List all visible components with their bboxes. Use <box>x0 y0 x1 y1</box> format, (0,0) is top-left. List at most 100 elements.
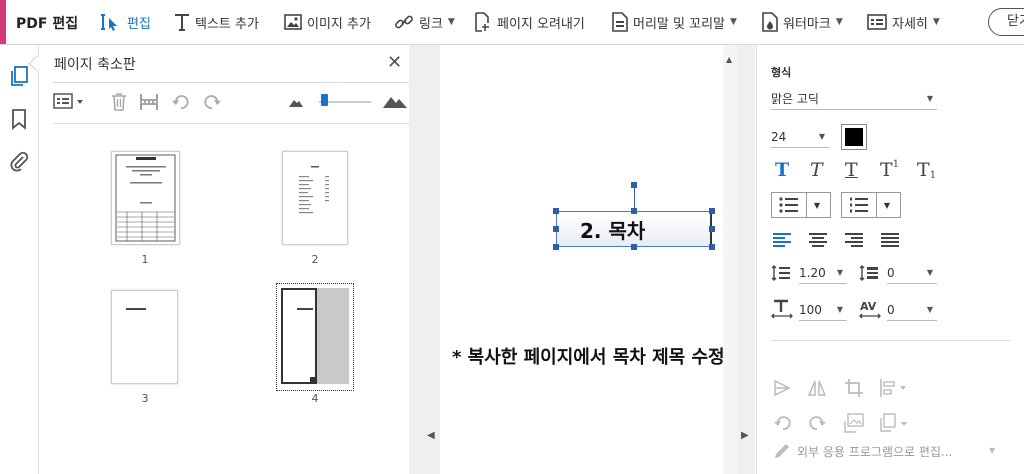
line-spacing-icon <box>771 265 790 281</box>
page-thumbnails-icon[interactable] <box>8 65 30 87</box>
text-color-picker[interactable] <box>841 124 867 150</box>
more-button[interactable]: 자세히 ▼ <box>867 0 940 44</box>
chevron-down-icon: ▼ <box>932 17 940 27</box>
resize-handle-s[interactable] <box>631 244 637 250</box>
collapse-left-icon[interactable]: ◀ <box>427 430 435 441</box>
thumbnail-options-icon[interactable] <box>53 92 87 110</box>
bullet-list-button[interactable]: ▼ <box>771 192 831 218</box>
pencil-icon <box>775 444 789 458</box>
char-spacing-value: 0 <box>887 303 895 317</box>
add-image-button[interactable]: 이미지 추가 <box>284 0 371 44</box>
chevron-down-icon: ▼ <box>836 268 843 277</box>
font-family-dropdown[interactable]: 맑은 고딕 ▼ <box>771 89 937 110</box>
align-justify-icon[interactable] <box>881 233 899 247</box>
align-center-icon[interactable] <box>809 233 827 247</box>
vertical-scrollbar[interactable]: ▲ <box>723 45 737 474</box>
header-footer-button[interactable]: 머리말 및 꼬리말 ▼ <box>612 0 737 44</box>
resize-handle-sw[interactable] <box>553 244 559 250</box>
collapse-right-icon[interactable]: ▶ <box>741 430 749 441</box>
page-thumbnail-1[interactable] <box>111 151 180 245</box>
underline-text-icon[interactable]: T <box>845 159 858 181</box>
resize-handle-nw[interactable] <box>553 208 559 214</box>
watermark-label: 워터마크 <box>783 16 831 32</box>
replace-image-icon[interactable] <box>843 413 865 433</box>
chevron-down-icon: ▼ <box>730 17 737 27</box>
insert-page-icon[interactable] <box>139 92 159 112</box>
zoom-out-mountain-icon[interactable] <box>289 97 303 107</box>
document-canvas[interactable] <box>440 45 723 474</box>
delete-page-icon[interactable] <box>109 92 129 112</box>
text-box-content[interactable]: 2. 목차 <box>580 215 645 244</box>
horizontal-scale-dropdown[interactable]: 100 ▼ <box>799 300 847 321</box>
crop-pages-button[interactable]: 페이지 오려내기 <box>474 0 585 44</box>
flip-horizontal-icon[interactable] <box>807 379 827 397</box>
copy-object-icon[interactable] <box>879 413 911 433</box>
chevron-down-icon: ▼ <box>806 193 827 217</box>
paragraph-spacing-icon <box>859 265 878 281</box>
rotate-left-icon[interactable] <box>171 92 191 112</box>
font-size-dropdown[interactable]: 24 ▼ <box>771 127 829 148</box>
watermark-button[interactable]: 워터마크 ▼ <box>762 0 843 44</box>
bold-text-icon[interactable]: T <box>775 159 789 181</box>
close-icon[interactable]: ✕ <box>387 52 402 73</box>
bookmark-icon[interactable] <box>8 108 30 130</box>
char-spacing-icon: AV <box>859 300 881 319</box>
horizontal-scale-icon <box>771 299 793 319</box>
crop-icon[interactable] <box>845 379 863 397</box>
link-button[interactable]: 링크 ▼ <box>394 0 455 44</box>
resize-handle-ne[interactable] <box>709 208 715 214</box>
watermark-icon <box>762 12 778 32</box>
subscript-icon[interactable]: T1 <box>917 159 936 181</box>
page-thumbnails-panel: 페이지 축소판 ✕ 1 2 3 4 <box>39 45 409 474</box>
left-nav-rail <box>0 45 39 474</box>
page-thumbnail-2[interactable] <box>282 151 348 245</box>
rotate-right-icon[interactable] <box>202 92 222 112</box>
right-panel-splitter[interactable]: ▶ <box>737 45 755 474</box>
resize-handle-w[interactable] <box>553 226 559 232</box>
edit-with-external-app[interactable]: 외부 응용 프로그램으로 편집... <box>797 443 952 460</box>
resize-handle-e[interactable] <box>709 226 715 232</box>
paragraph-spacing-dropdown[interactable]: 0 ▼ <box>887 263 937 284</box>
page-number-4: 4 <box>311 392 319 405</box>
scroll-up-icon[interactable]: ▲ <box>726 55 732 64</box>
format-section-label: 형식 <box>771 66 792 79</box>
align-right-icon[interactable] <box>845 233 863 247</box>
divider <box>53 82 409 83</box>
add-text-button[interactable]: 텍스트 추가 <box>174 0 259 44</box>
chevron-down-icon: ▼ <box>818 132 825 141</box>
chevron-down-icon: ▼ <box>989 446 996 455</box>
resize-handle-n[interactable] <box>631 208 637 214</box>
close-tool-button[interactable]: 닫기 <box>988 8 1024 36</box>
italic-text-icon[interactable]: T <box>810 159 823 181</box>
edit-button[interactable]: 편집 <box>100 0 151 44</box>
page-thumbnail-4[interactable] <box>281 288 349 384</box>
zoom-in-mountain-icon[interactable] <box>383 94 407 108</box>
rotate-handle[interactable] <box>631 182 637 188</box>
page-thumbnail-3[interactable] <box>111 290 178 384</box>
edit-cursor-icon <box>101 14 117 31</box>
line-spacing-dropdown[interactable]: 1.20 ▼ <box>799 263 847 284</box>
divider <box>53 123 409 124</box>
accent-strip <box>0 0 6 44</box>
superscript-icon[interactable]: T1 <box>880 159 899 181</box>
panel-title: 페이지 축소판 <box>54 57 136 73</box>
paragraph-spacing-value: 0 <box>887 266 895 280</box>
left-panel-splitter[interactable]: ◀ <box>409 45 440 474</box>
chevron-down-icon: ▼ <box>876 193 897 217</box>
format-properties-panel: 형식 맑은 고딕 ▼ 24 ▼ T T T T1 T1 ▼ ▼ 1.20 ▼ 0… <box>756 45 1024 474</box>
attachment-icon[interactable] <box>8 150 30 172</box>
rotate-counterclockwise-icon[interactable] <box>773 413 793 433</box>
arrange-objects-icon[interactable] <box>879 379 909 397</box>
more-label: 자세히 <box>892 16 928 32</box>
page-2-preview <box>299 166 329 214</box>
chevron-down-icon: ▼ <box>447 17 455 27</box>
resize-handle-se[interactable] <box>709 244 715 250</box>
rotate-clockwise-icon[interactable] <box>807 413 827 433</box>
align-left-icon[interactable] <box>773 233 791 247</box>
more-icon <box>867 14 887 30</box>
flip-play-icon[interactable] <box>773 379 791 397</box>
header-footer-icon <box>612 12 628 32</box>
numbered-list-button[interactable]: ▼ <box>841 192 901 218</box>
char-spacing-dropdown[interactable]: 0 ▼ <box>887 300 937 321</box>
zoom-slider-handle[interactable] <box>321 94 328 106</box>
